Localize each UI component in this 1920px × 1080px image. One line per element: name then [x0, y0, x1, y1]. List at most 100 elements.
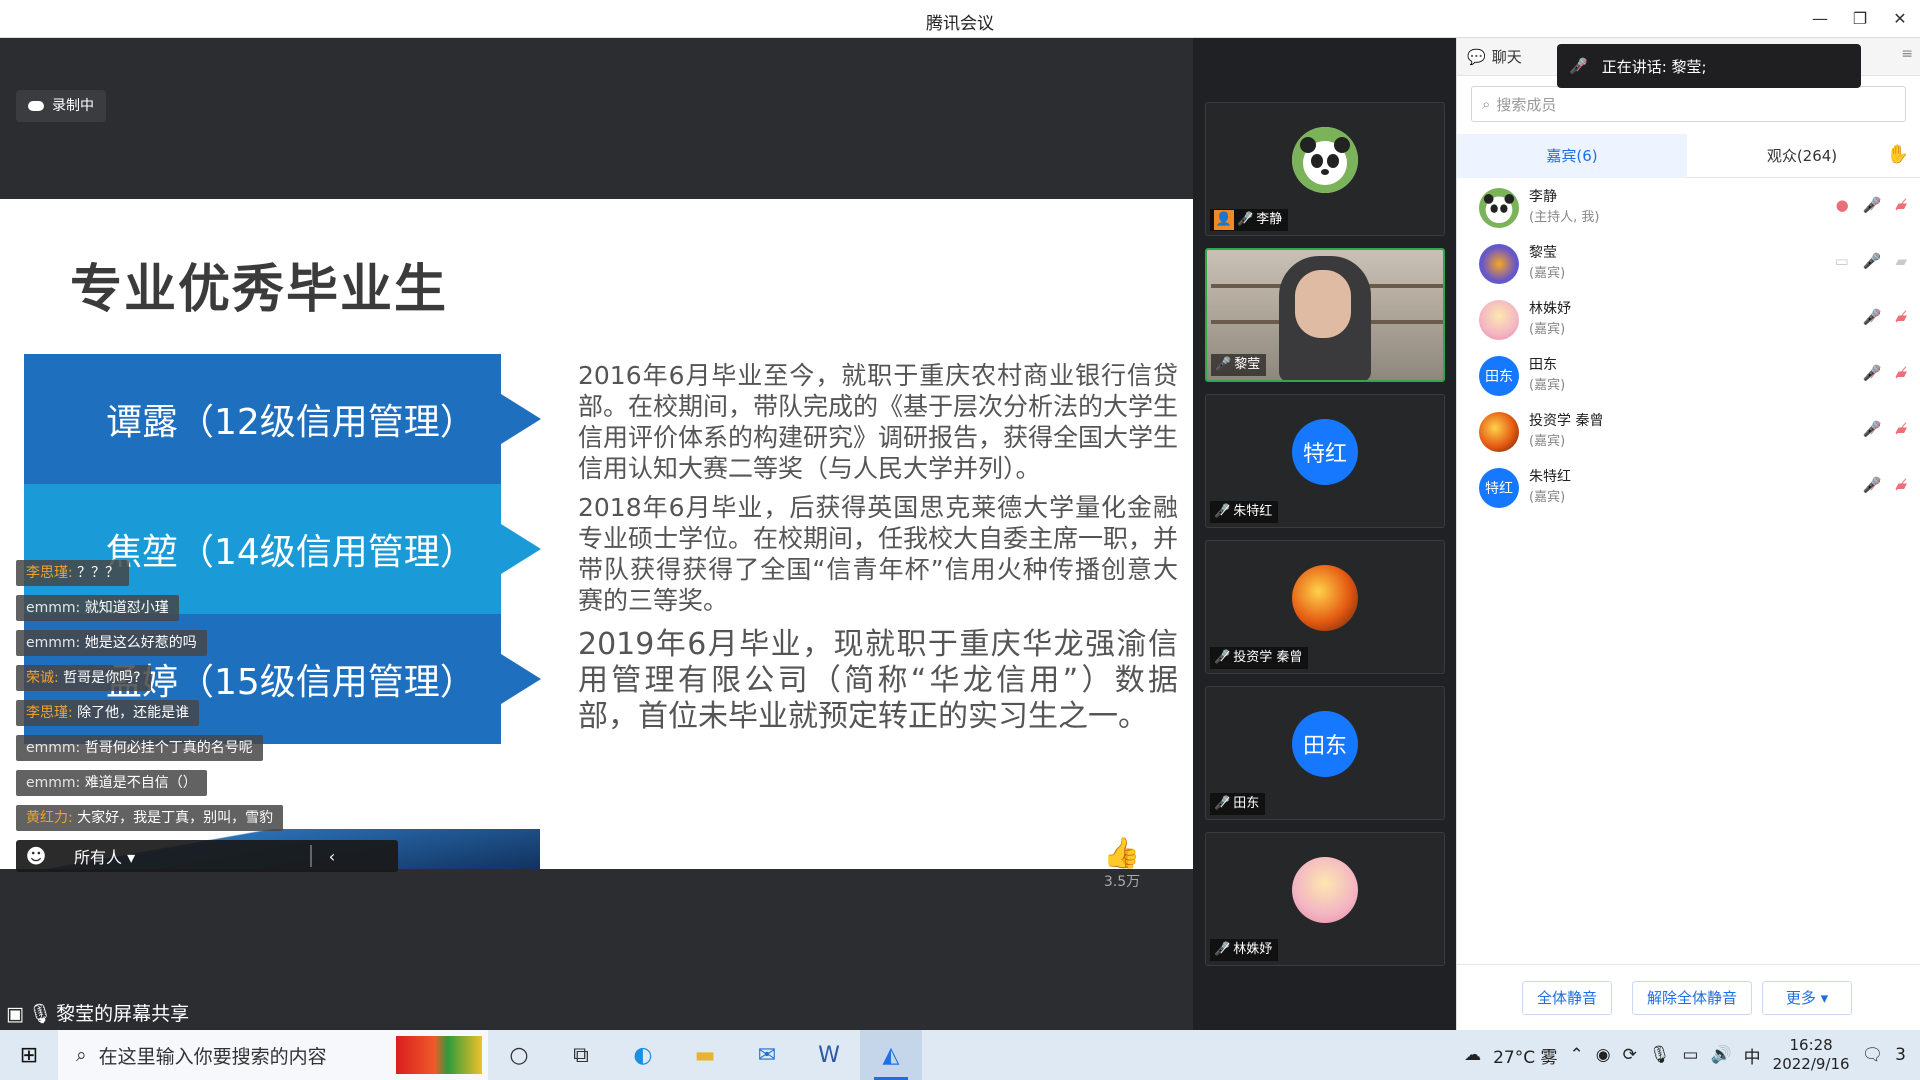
- mute-all-button[interactable]: 全体静音: [1522, 981, 1612, 1015]
- danmaku-user: emmm:: [26, 600, 81, 616]
- record-icon[interactable]: ◉: [1596, 1045, 1611, 1065]
- screen-share-icon: ▭: [1834, 252, 1849, 270]
- file-explorer-icon[interactable]: ▬: [674, 1030, 736, 1080]
- member-row[interactable]: 投资学 秦曾 (嘉宾) 🎤̸ ▰̸: [1457, 406, 1920, 462]
- mail-icon[interactable]: ✉: [736, 1030, 798, 1080]
- minimize-icon[interactable]: —: [1806, 6, 1834, 32]
- danmaku-text: 难道是不自信（）: [80, 775, 197, 791]
- search-highlight-art: [396, 1036, 482, 1074]
- member-row[interactable]: 李静 (主持人, 我) ● 🎤̸ ▰̸: [1457, 182, 1920, 238]
- video-tile-4[interactable]: 🎤̸ 投资学 秦曾: [1205, 540, 1445, 674]
- tab-audience[interactable]: 观众(264): [1687, 134, 1917, 178]
- danmaku-text: 除了他，还能是谁: [72, 705, 190, 721]
- recording-badge[interactable]: 录制中: [16, 90, 106, 122]
- word-icon[interactable]: W: [798, 1030, 860, 1080]
- video-tile-2[interactable]: 🎤 黎莹: [1205, 248, 1445, 382]
- speaker-face: [1295, 270, 1351, 338]
- notification-icon[interactable]: 🗨: [1862, 1045, 1884, 1065]
- raise-hand-icon[interactable]: ✋: [1887, 144, 1909, 165]
- danmaku-user: 荣诚:: [26, 670, 59, 686]
- camera-off-icon[interactable]: ▰̸: [1895, 196, 1907, 214]
- weather-text[interactable]: 27°C 雾: [1493, 1043, 1557, 1068]
- search-placeholder: 搜索成员: [1496, 95, 1557, 114]
- collapse-chat-icon[interactable]: ‹: [312, 847, 352, 866]
- mic-icon[interactable]: 🎤: [1863, 252, 1882, 270]
- danmaku-message: emmm: 就知道怼小瑾: [16, 595, 179, 621]
- sync-icon[interactable]: ⟳: [1623, 1045, 1637, 1065]
- anime-avatar-icon: [1292, 857, 1358, 923]
- like-widget[interactable]: 👍 3.5万: [1102, 836, 1142, 891]
- band-arrow-icon: [501, 524, 541, 574]
- danmaku-message: 黄红力: 大家好，我是丁真，别叫，雪豹: [16, 805, 284, 831]
- tencent-meeting-icon[interactable]: ◭: [860, 1030, 922, 1080]
- battery-icon[interactable]: ▭: [1682, 1045, 1698, 1065]
- taskbar-search-box[interactable]: ⌕ 在这里输入你要搜索的内容: [58, 1030, 488, 1080]
- host-icon: 👤: [1214, 210, 1234, 230]
- danmaku-message: emmm: 难道是不自信（）: [16, 770, 207, 796]
- camera-off-icon[interactable]: ▰̸: [1895, 364, 1907, 382]
- mic-muted-icon[interactable]: 🎤̸: [1863, 196, 1882, 214]
- member-row[interactable]: 田东 田东 (嘉宾) 🎤̸ ▰̸: [1457, 350, 1920, 406]
- task-view-icon[interactable]: ⧉: [550, 1030, 612, 1080]
- chat-tab[interactable]: 💬 聊天: [1467, 46, 1522, 67]
- unmute-all-button[interactable]: 解除全体静音: [1632, 981, 1752, 1015]
- cortana-icon[interactable]: ○: [488, 1030, 550, 1080]
- ime-indicator[interactable]: 中: [1744, 1043, 1761, 1068]
- mic-muted-icon[interactable]: 🎤̸: [1863, 364, 1882, 382]
- member-search-input[interactable]: ⌕ 搜索成员: [1471, 86, 1906, 122]
- member-row[interactable]: 黎莹 (嘉宾) ▭ 🎤 ▰: [1457, 238, 1920, 294]
- clock-date: 2022/9/16: [1772, 1055, 1850, 1073]
- close-icon[interactable]: ✕: [1886, 6, 1914, 32]
- graduate-band-1: 谭露（12级信用管理）: [24, 354, 541, 484]
- edge-browser-icon[interactable]: ◐: [612, 1030, 674, 1080]
- emoji-icon[interactable]: ☻: [16, 844, 56, 868]
- band-arrow-icon: [501, 394, 541, 444]
- camera-off-icon[interactable]: ▰̸: [1895, 476, 1907, 494]
- member-status-icons: ● 🎤̸ ▰̸: [1836, 196, 1907, 214]
- tab-guests[interactable]: 嘉宾(6): [1457, 134, 1687, 178]
- tile-nameplate: 🎤̸ 朱特红: [1210, 501, 1279, 523]
- more-button[interactable]: 更多 ▾: [1762, 981, 1852, 1015]
- chevron-up-icon[interactable]: ⌃: [1569, 1045, 1583, 1065]
- text-avatar: 特红: [1292, 419, 1358, 485]
- windows-start-icon[interactable]: ⊞: [0, 1030, 58, 1080]
- member-role: (主持人, 我): [1529, 210, 1600, 225]
- mic-muted-icon: 🎤̸: [1214, 650, 1231, 665]
- chat-recipient-select[interactable]: 所有人 ▾: [56, 844, 266, 868]
- thumbs-up-icon[interactable]: 👍: [1102, 836, 1142, 871]
- danmaku-user: emmm:: [26, 740, 81, 756]
- member-row[interactable]: 林姝妤 (嘉宾) 🎤̸ ▰̸: [1457, 294, 1920, 350]
- mic-muted-icon: 🎤̸: [1214, 942, 1231, 957]
- mic-muted-icon: 🎤̸: [1214, 796, 1231, 811]
- tile-nameplate: 🎤̸ 田东: [1210, 793, 1266, 815]
- video-tile-3[interactable]: 特红 🎤̸ 朱特红: [1205, 394, 1445, 528]
- clock[interactable]: 16:28 2022/9/16: [1773, 1036, 1850, 1074]
- member-role: (嘉宾): [1529, 266, 1566, 281]
- camera-off-icon[interactable]: ▰̸: [1895, 308, 1907, 326]
- members-panel: 💬 聊天 ≡ 🎤̸ 正在讲话: 黎莹; ⌕ 搜索成员 嘉宾(6) 观众(264)…: [1456, 38, 1920, 1030]
- camera-off-icon[interactable]: ▰̸: [1895, 420, 1907, 438]
- member-tabs: 嘉宾(6) 观众(264) ✋: [1457, 134, 1920, 178]
- video-tile-1[interactable]: 👤 🎤̸ 李静: [1205, 102, 1445, 236]
- member-status-icons: 🎤̸ ▰̸: [1863, 420, 1907, 438]
- app-window: 腾讯会议 — ❐ ✕ 录制中 专业优秀毕业生 谭露（12级信用管理） 焦堃（14…: [0, 0, 1920, 1080]
- mic-icon[interactable]: 🎙: [1649, 1045, 1671, 1065]
- video-tile-6[interactable]: 🎤̸ 林姝妤: [1205, 832, 1445, 966]
- mic-muted-icon[interactable]: 🎤̸: [1863, 308, 1882, 326]
- chat-input-bar[interactable]: ☻ 所有人 ▾ ‹: [16, 840, 398, 872]
- bookshelf: [1367, 320, 1443, 324]
- mic-muted-icon[interactable]: 🎤̸: [1863, 476, 1882, 494]
- tile-name: 朱特红: [1233, 504, 1273, 519]
- member-row[interactable]: 特红 朱特红 (嘉宾) 🎤̸ ▰̸: [1457, 462, 1920, 518]
- panel-footer: 全体静音 解除全体静音 更多 ▾: [1457, 964, 1920, 1030]
- graduate-name-1: 谭露（12级信用管理）: [106, 402, 476, 443]
- video-tile-5[interactable]: 田东 🎤̸ 田东: [1205, 686, 1445, 820]
- menu-icon[interactable]: ≡: [1901, 46, 1913, 62]
- mic-muted-icon[interactable]: 🎤̸: [1863, 420, 1882, 438]
- danmaku-message: 李思瑾: ？？？: [16, 560, 130, 586]
- camera-icon[interactable]: ▰: [1895, 252, 1907, 270]
- graduate-name-2: 焦堃（14级信用管理）: [106, 532, 476, 573]
- volume-icon[interactable]: 🔊: [1710, 1045, 1731, 1065]
- restore-icon[interactable]: ❐: [1846, 6, 1874, 32]
- system-tray: ☁ 27°C 雾 ⌃ ◉ ⟳ 🎙 ▭ 🔊 中 16:28 2022/9/16 🗨…: [1464, 1030, 1920, 1080]
